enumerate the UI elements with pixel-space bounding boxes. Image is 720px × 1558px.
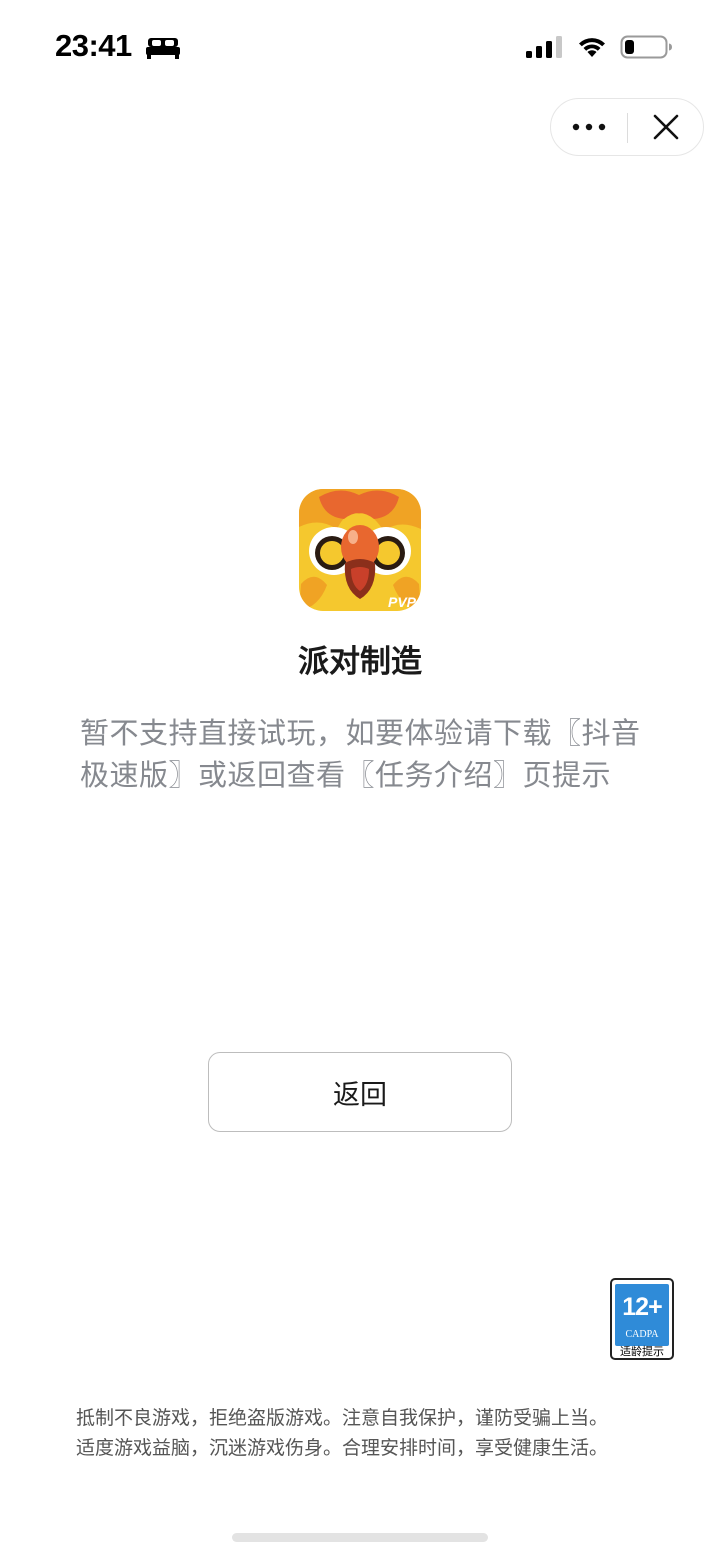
age-rating-org: CADPA bbox=[625, 1329, 659, 1340]
age-rating-panel: 12+ CADPA bbox=[615, 1284, 669, 1346]
mini-program-page: 23:41 PVP 派对制造 暂不支持直接试玩，如要体验请下载〖抖音极速版〗或返… bbox=[0, 0, 720, 1558]
mini-program-capsule bbox=[550, 98, 704, 156]
home-indicator[interactable] bbox=[232, 1533, 488, 1542]
cellular-signal-icon bbox=[526, 36, 562, 58]
age-rating-badge[interactable]: 12+ CADPA 适龄提示 bbox=[610, 1278, 674, 1360]
unsupported-message: 暂不支持直接试玩，如要体验请下载〖抖音极速版〗或返回查看〖任务介绍〗页提示 bbox=[80, 716, 641, 792]
wifi-icon bbox=[579, 38, 605, 57]
bed-icon bbox=[146, 38, 180, 59]
notice-line-1: 抵制不良游戏，拒绝盗版游戏。注意自我保护，谨防受骗上当。 bbox=[76, 1407, 609, 1429]
app-title: 派对制造 bbox=[298, 644, 422, 680]
game-app-icon: PVP bbox=[299, 489, 421, 611]
pvp-badge: PVP bbox=[388, 594, 417, 610]
age-rating-tip: 适龄提示 bbox=[620, 1345, 664, 1358]
status-time: 23:41 bbox=[55, 28, 132, 63]
battery-icon bbox=[620, 35, 672, 59]
health-game-notice: 抵制不良游戏，拒绝盗版游戏。注意自我保护，谨防受骗上当。 适度游戏益脑，沉迷游戏… bbox=[76, 1403, 656, 1463]
age-rating-number: 12+ bbox=[622, 1293, 662, 1321]
notice-line-2: 适度游戏益脑，沉迷游戏伤身。合理安排时间，享受健康生活。 bbox=[76, 1437, 609, 1459]
close-icon[interactable] bbox=[628, 99, 704, 155]
back-button[interactable]: 返回 bbox=[208, 1052, 512, 1132]
more-dots-icon[interactable] bbox=[551, 99, 627, 155]
